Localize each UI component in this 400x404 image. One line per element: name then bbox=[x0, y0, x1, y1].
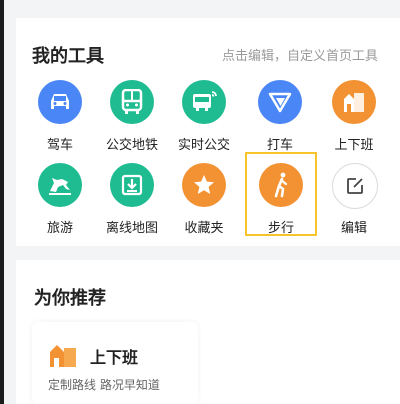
commute-icon bbox=[48, 342, 78, 372]
tool-label: 旅游 bbox=[46, 221, 73, 236]
tool-label: 打车 bbox=[266, 138, 293, 153]
tool-label: 上下班 bbox=[334, 138, 374, 153]
tool-label: 离线地图 bbox=[105, 221, 158, 236]
travel-icon bbox=[38, 163, 82, 207]
commute-icon bbox=[332, 80, 376, 124]
tool-bus-subway[interactable]: 公交地铁 bbox=[96, 80, 168, 170]
car-icon bbox=[38, 80, 82, 124]
recommend-item-name: 上下班 bbox=[90, 348, 139, 367]
tool-label: 收藏夹 bbox=[184, 221, 224, 236]
section-title: 我的工具 bbox=[32, 46, 104, 67]
commute-recommend-card[interactable]: 上下班 定制路线 路况早知道 bbox=[32, 322, 198, 404]
walk-highlight-frame bbox=[245, 152, 317, 236]
tool-edit[interactable]: 编辑 bbox=[318, 163, 390, 253]
tool-offline-map[interactable]: 离线地图 bbox=[96, 163, 168, 253]
edit-hint[interactable]: 点击编辑，自定义首页工具 bbox=[222, 45, 378, 64]
recommend-title: 为你推荐 bbox=[34, 288, 106, 309]
tool-travel[interactable]: 旅游 bbox=[24, 163, 96, 253]
left-edge-bar bbox=[0, 0, 4, 404]
tool-realtime-bus[interactable]: 实时公交 bbox=[168, 80, 240, 170]
favorites-icon bbox=[182, 163, 226, 207]
tool-label: 驾车 bbox=[46, 138, 73, 153]
bus-icon bbox=[110, 80, 154, 124]
realtime-bus-icon bbox=[182, 80, 226, 124]
offline-map-icon bbox=[110, 163, 154, 207]
edit-icon bbox=[332, 163, 378, 209]
recommend-item-desc: 定制路线 路况早知道 bbox=[48, 378, 160, 392]
tool-label: 实时公交 bbox=[177, 138, 230, 153]
tool-favorites[interactable]: 收藏夹 bbox=[168, 163, 240, 253]
tool-commute[interactable]: 上下班 bbox=[318, 80, 390, 170]
taxi-icon bbox=[258, 80, 302, 124]
tool-label: 公交地铁 bbox=[105, 138, 158, 153]
tool-label: 编辑 bbox=[340, 221, 367, 236]
tool-drive[interactable]: 驾车 bbox=[24, 80, 96, 170]
